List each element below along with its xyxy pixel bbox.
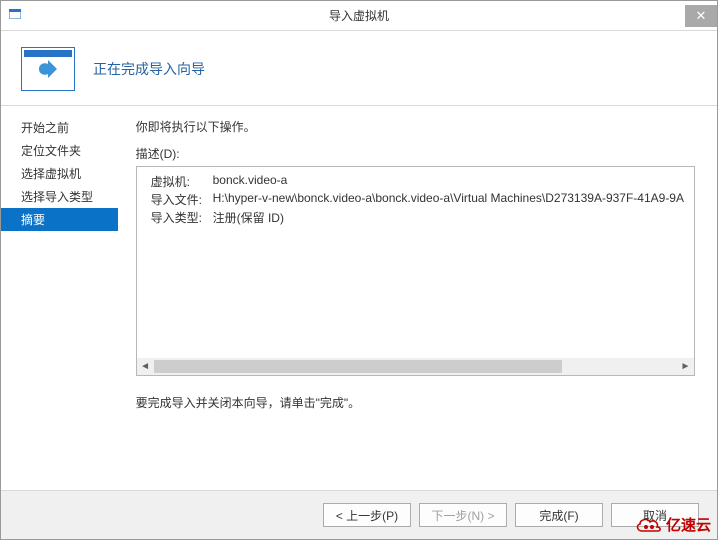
watermark: 亿速云 (634, 514, 711, 535)
desc-key: 导入文件: (151, 191, 213, 208)
titlebar: 导入虚拟机 ✕ (1, 1, 717, 31)
sidebar-item-label: 定位文件夹 (21, 144, 81, 158)
scroll-left-icon[interactable]: ◄ (137, 358, 154, 375)
sidebar: 开始之前 定位文件夹 选择虚拟机 选择导入类型 摘要 (1, 106, 118, 490)
description-label: 描述(D): (136, 145, 695, 162)
description-box: 虚拟机: bonck.video-a 导入文件: H:\hyper-v-new\… (136, 166, 695, 376)
app-icon (9, 9, 23, 23)
sidebar-item-import-type[interactable]: 选择导入类型 (1, 185, 118, 208)
sidebar-item-label: 摘要 (21, 213, 45, 227)
close-button[interactable]: ✕ (685, 5, 717, 27)
cloud-icon (634, 515, 664, 535)
import-icon (21, 47, 75, 91)
intro-text: 你即将执行以下操作。 (136, 118, 695, 135)
main-panel: 你即将执行以下操作。 描述(D): 虚拟机: bonck.video-a 导入文… (118, 106, 717, 490)
wizard-window: 导入虚拟机 ✕ 正在完成导入向导 开始之前 定位文件夹 选择虚拟机 选择导入类型… (0, 0, 718, 540)
desc-row-file: 导入文件: H:\hyper-v-new\bonck.video-a\bonck… (151, 191, 684, 208)
sidebar-item-label: 选择导入类型 (21, 190, 93, 204)
wizard-title: 正在完成导入向导 (93, 59, 205, 79)
finish-button[interactable]: 完成(F) (515, 503, 603, 527)
scroll-thumb[interactable] (154, 360, 562, 373)
close-icon: ✕ (696, 8, 707, 24)
desc-key: 虚拟机: (151, 173, 213, 190)
desc-val: H:\hyper-v-new\bonck.video-a\bonck.video… (213, 191, 684, 208)
button-bar: < 上一步(P) 下一步(N) > 完成(F) 取消 (1, 490, 717, 539)
titlebar-text: 导入虚拟机 (329, 7, 389, 24)
wizard-header: 正在完成导入向导 (1, 31, 717, 105)
desc-val: 注册(保留 ID) (213, 209, 284, 226)
desc-row-type: 导入类型: 注册(保留 ID) (151, 209, 684, 226)
desc-row-vm: 虚拟机: bonck.video-a (151, 173, 684, 190)
scroll-track[interactable] (154, 358, 677, 375)
watermark-text: 亿速云 (666, 514, 711, 535)
sidebar-item-start[interactable]: 开始之前 (1, 116, 118, 139)
previous-button[interactable]: < 上一步(P) (323, 503, 411, 527)
scroll-right-icon[interactable]: ► (677, 358, 694, 375)
next-button: 下一步(N) > (419, 503, 507, 527)
sidebar-item-select-vm[interactable]: 选择虚拟机 (1, 162, 118, 185)
desc-key: 导入类型: (151, 209, 213, 226)
horizontal-scrollbar[interactable]: ◄ ► (137, 358, 694, 375)
sidebar-item-summary[interactable]: 摘要 (1, 208, 118, 231)
sidebar-item-folder[interactable]: 定位文件夹 (1, 139, 118, 162)
sidebar-item-label: 选择虚拟机 (21, 167, 81, 181)
desc-val: bonck.video-a (213, 173, 288, 190)
wizard-body: 开始之前 定位文件夹 选择虚拟机 选择导入类型 摘要 你即将执行以下操作。 描述… (1, 106, 717, 490)
description-content: 虚拟机: bonck.video-a 导入文件: H:\hyper-v-new\… (137, 167, 694, 233)
outro-text: 要完成导入并关闭本向导，请单击"完成"。 (136, 394, 695, 411)
sidebar-item-label: 开始之前 (21, 121, 69, 135)
